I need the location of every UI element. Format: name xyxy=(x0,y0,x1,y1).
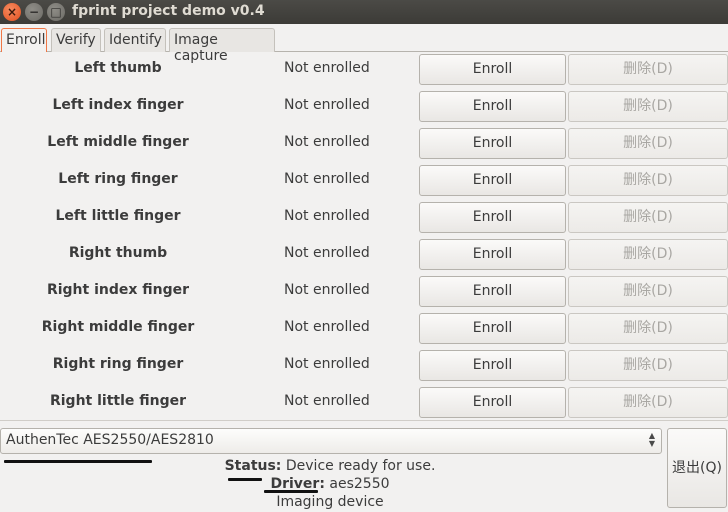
tab-image-capture[interactable]: Image capture xyxy=(169,28,275,64)
finger-label: Right thumb xyxy=(68,245,168,261)
device-driver: Driver: aes2550 xyxy=(0,476,660,492)
enroll-status: Not enrolled xyxy=(284,245,370,261)
finger-label: Left little finger xyxy=(55,208,181,224)
enroll-status: Not enrolled xyxy=(284,171,370,187)
finger-row-left-little: Left little finger Not enrolled Enroll 删… xyxy=(0,200,728,237)
maximize-icon[interactable]: □ xyxy=(47,3,65,21)
enroll-status: Not enrolled xyxy=(284,60,370,76)
enroll-button[interactable]: Enroll xyxy=(419,202,566,233)
status-label: Status: xyxy=(224,458,282,474)
driver-label: Driver: xyxy=(270,476,325,492)
enroll-status: Not enrolled xyxy=(284,97,370,113)
enroll-status: Not enrolled xyxy=(284,282,370,298)
delete-button[interactable]: 删除(D) xyxy=(568,387,728,418)
enroll-button[interactable]: Enroll xyxy=(419,54,566,85)
enroll-button[interactable]: Enroll xyxy=(419,313,566,344)
delete-button[interactable]: 删除(D) xyxy=(568,91,728,122)
finger-label: Right index finger xyxy=(46,282,190,298)
delete-button[interactable]: 删除(D) xyxy=(568,350,728,381)
device-select[interactable]: AuthenTec AES2550/AES2810 ▲ ▼ xyxy=(0,428,662,454)
finger-label: Left ring finger xyxy=(58,171,178,187)
tab-enroll[interactable]: Enroll xyxy=(1,28,47,52)
device-type: Imaging device xyxy=(276,494,384,510)
divider xyxy=(0,420,728,421)
delete-button[interactable]: 删除(D) xyxy=(568,128,728,159)
delete-button[interactable]: 删除(D) xyxy=(568,313,728,344)
minimize-icon[interactable]: − xyxy=(25,3,43,21)
enroll-button[interactable]: Enroll xyxy=(419,276,566,307)
title-bar: × − □ fprint project demo v0.4 xyxy=(0,0,728,24)
finger-label: Right ring finger xyxy=(52,356,184,372)
enroll-button[interactable]: Enroll xyxy=(419,128,566,159)
enroll-button[interactable]: Enroll xyxy=(419,239,566,270)
delete-button[interactable]: 删除(D) xyxy=(568,202,728,233)
finger-row-right-thumb: Right thumb Not enrolled Enroll 删除(D) xyxy=(0,237,728,274)
finger-row-left-index: Left index finger Not enrolled Enroll 删除… xyxy=(0,89,728,126)
enroll-button[interactable]: Enroll xyxy=(419,165,566,196)
quit-button[interactable]: 退出(Q) xyxy=(667,428,727,508)
delete-button[interactable]: 删除(D) xyxy=(568,276,728,307)
finger-label: Right middle finger xyxy=(41,319,195,335)
driver-value: aes2550 xyxy=(329,476,390,492)
finger-row-left-middle: Left middle finger Not enrolled Enroll 删… xyxy=(0,126,728,163)
enroll-status: Not enrolled xyxy=(284,208,370,224)
enroll-status: Not enrolled xyxy=(284,393,370,409)
updown-arrows-icon: ▲ ▼ xyxy=(648,431,655,448)
enroll-button[interactable]: Enroll xyxy=(419,350,566,381)
finger-label: Left thumb xyxy=(74,60,162,76)
finger-row-right-ring: Right ring finger Not enrolled Enroll 删除… xyxy=(0,348,728,385)
delete-button[interactable]: 删除(D) xyxy=(568,165,728,196)
enroll-status: Not enrolled xyxy=(284,319,370,335)
close-icon[interactable]: × xyxy=(3,3,21,21)
finger-row-left-thumb: Left thumb Not enrolled Enroll 删除(D) xyxy=(0,52,728,89)
finger-row-right-index: Right index finger Not enrolled Enroll 删… xyxy=(0,274,728,311)
finger-label: Left index finger xyxy=(52,97,184,113)
enroll-status: Not enrolled xyxy=(284,356,370,372)
finger-row-left-ring: Left ring finger Not enrolled Enroll 删除(… xyxy=(0,163,728,200)
finger-label: Right little finger xyxy=(49,393,187,409)
enroll-button[interactable]: Enroll xyxy=(419,91,566,122)
enroll-status: Not enrolled xyxy=(284,134,370,150)
status-value: Device ready for use. xyxy=(285,458,436,474)
tab-verify[interactable]: Verify xyxy=(51,28,101,52)
delete-button[interactable]: 删除(D) xyxy=(568,239,728,270)
finger-row-right-middle: Right middle finger Not enrolled Enroll … xyxy=(0,311,728,348)
finger-label: Left middle finger xyxy=(47,134,189,150)
device-status: Status: Device ready for use. xyxy=(0,458,660,474)
tab-identify[interactable]: Identify xyxy=(104,28,166,52)
window-title: fprint project demo v0.4 xyxy=(72,3,265,19)
device-select-value: AuthenTec AES2550/AES2810 xyxy=(6,432,214,448)
finger-row-right-little: Right little finger Not enrolled Enroll … xyxy=(0,385,728,422)
delete-button[interactable]: 删除(D) xyxy=(568,54,728,85)
enroll-button[interactable]: Enroll xyxy=(419,387,566,418)
